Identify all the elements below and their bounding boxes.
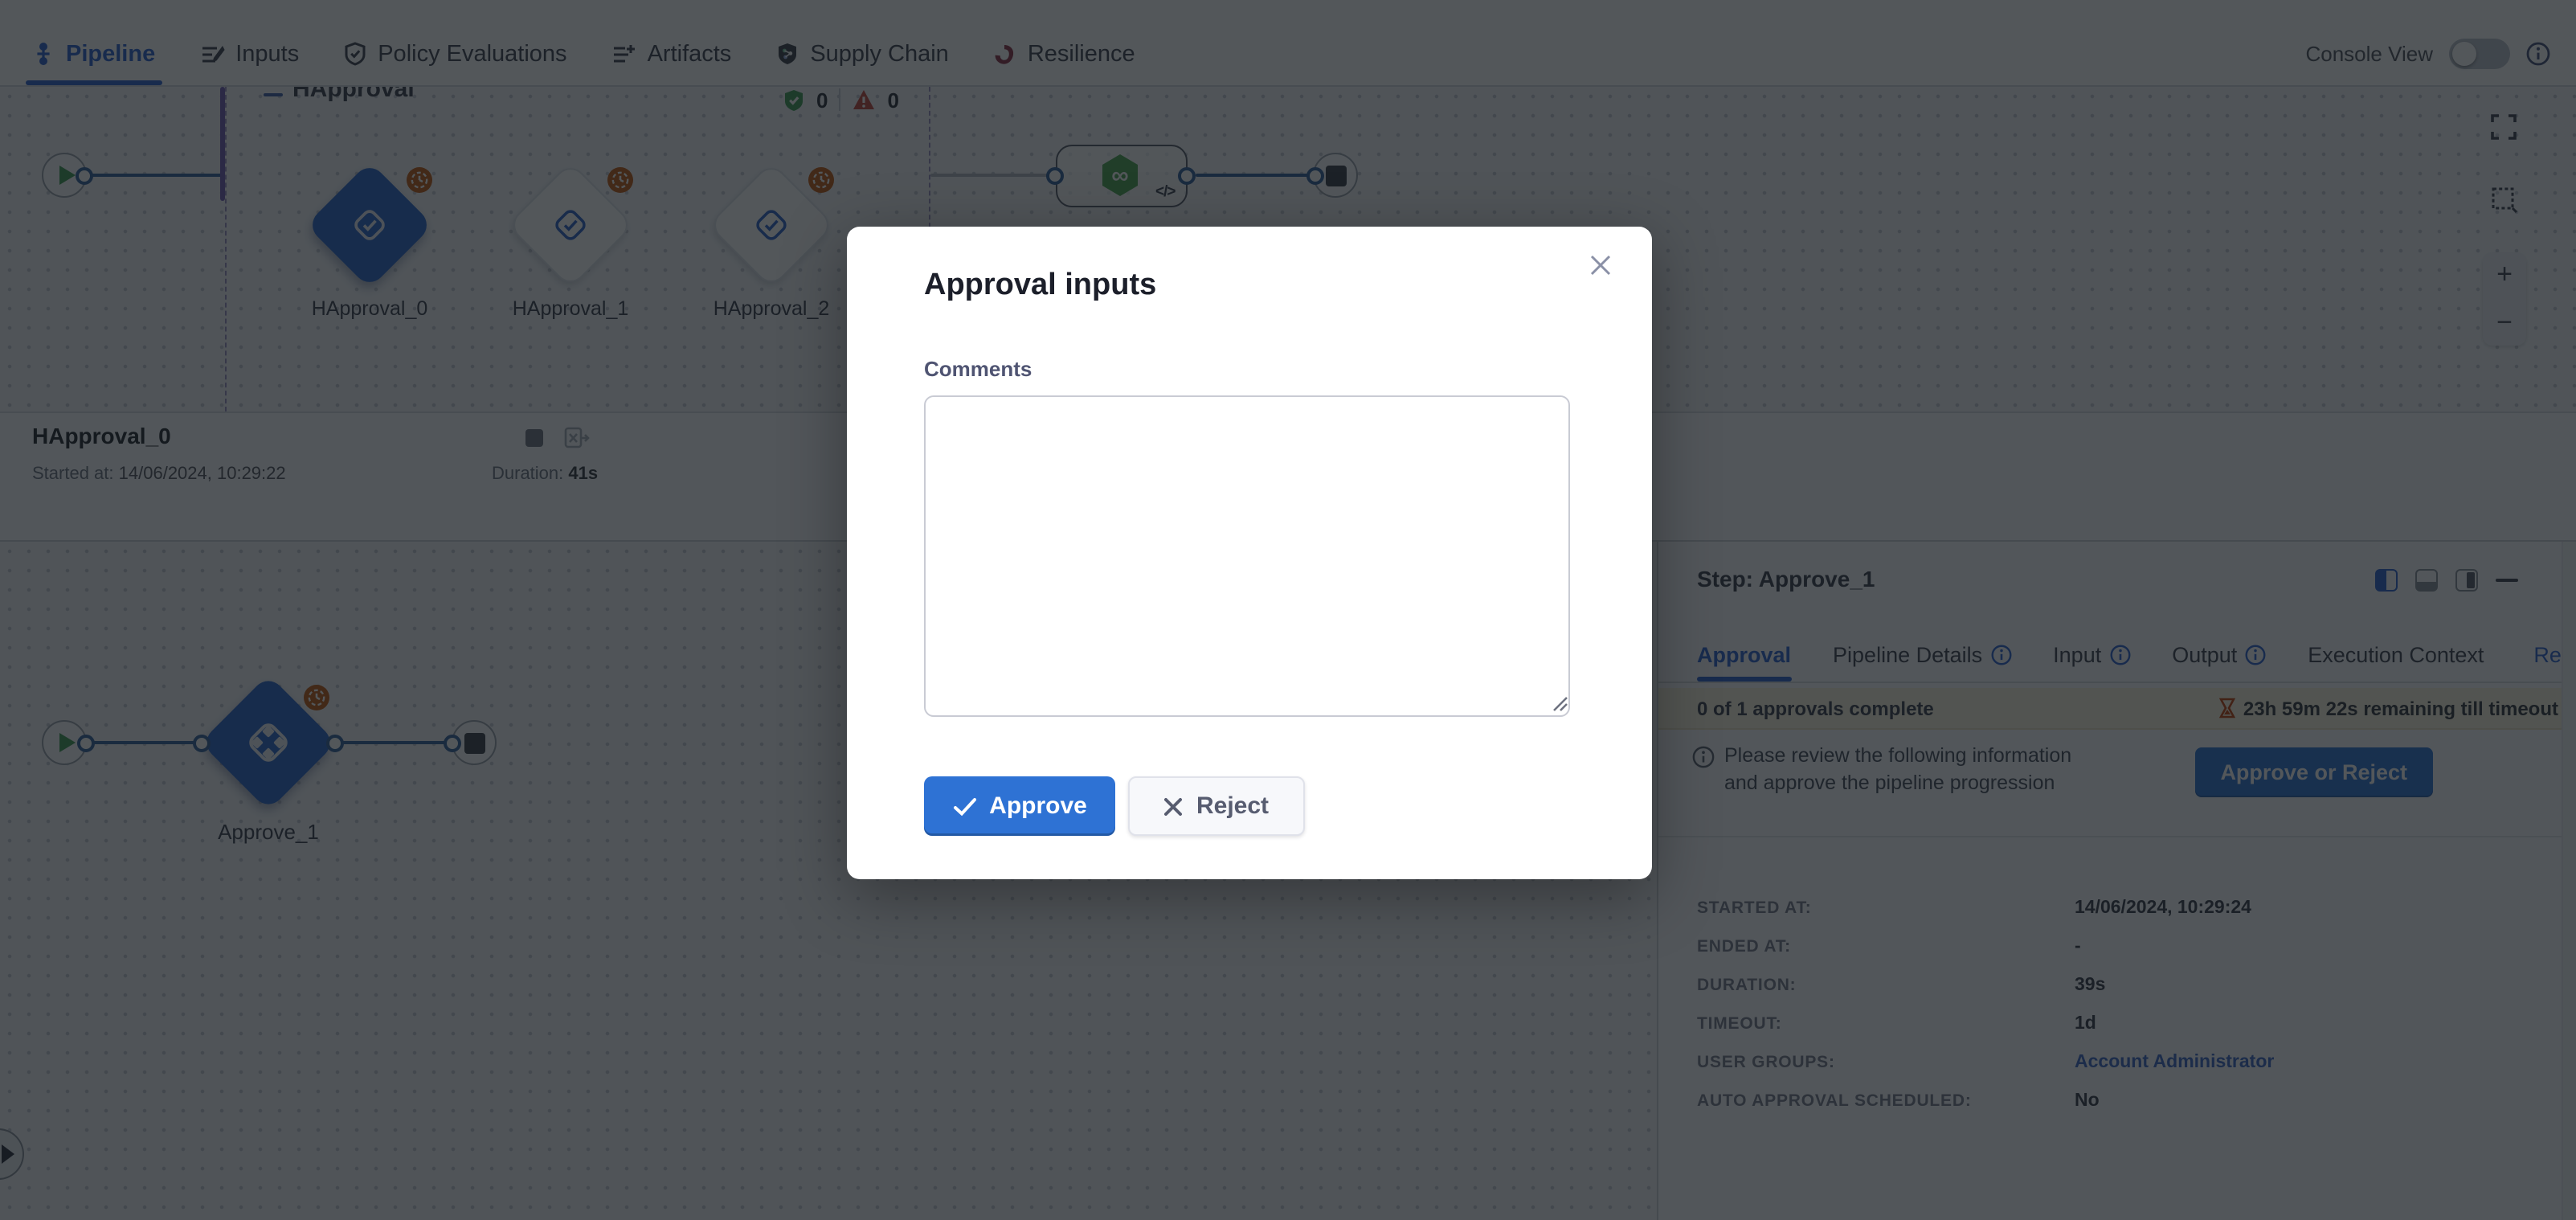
approve-button-label: Approve — [989, 792, 1087, 820]
reject-button[interactable]: Reject — [1128, 776, 1305, 836]
modal-title: Approval inputs — [924, 268, 1156, 304]
approval-inputs-modal: Approval inputs Comments Approve Reject — [847, 227, 1652, 879]
screen: Pipeline Inputs Policy Evaluations Artif… — [0, 0, 2576, 1220]
comments-label: Comments — [924, 357, 1032, 381]
reject-button-label: Reject — [1196, 792, 1269, 820]
check-icon — [952, 796, 976, 816]
comments-textarea[interactable] — [924, 395, 1570, 717]
x-icon — [1164, 796, 1184, 816]
pipeline-execution-page: Pipeline Inputs Policy Evaluations Artif… — [0, 0, 2576, 1220]
approve-button[interactable]: Approve — [924, 776, 1115, 836]
close-icon — [1588, 252, 1613, 278]
modal-close-button[interactable] — [1581, 246, 1620, 285]
